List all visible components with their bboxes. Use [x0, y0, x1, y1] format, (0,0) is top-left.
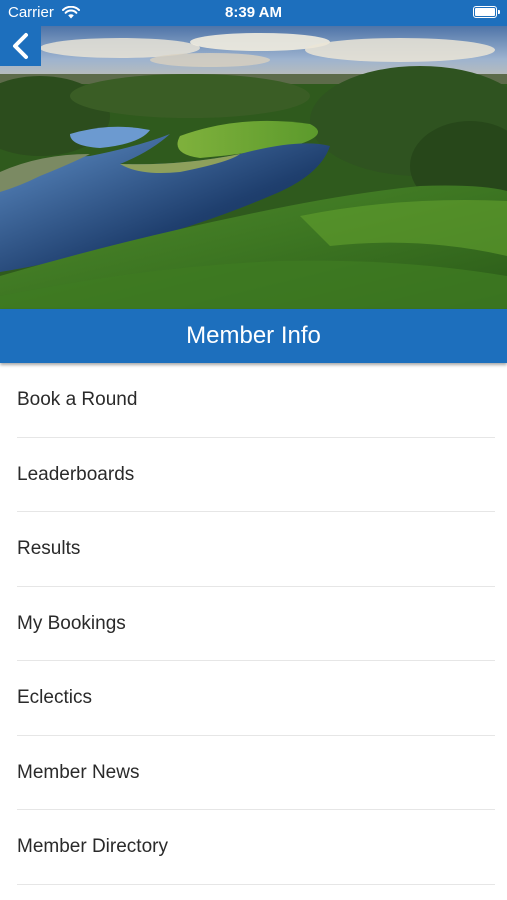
menu-item-book-a-round[interactable]: Book a Round — [0, 363, 507, 438]
chevron-left-icon — [12, 33, 28, 59]
status-time: 8:39 AM — [225, 4, 282, 21]
menu-item-member-directory[interactable]: Member Directory — [0, 810, 507, 885]
back-button[interactable] — [0, 26, 41, 66]
battery-icon — [473, 6, 500, 18]
golf-course-photo — [0, 26, 507, 309]
menu-item-leaderboards[interactable]: Leaderboards — [0, 438, 507, 513]
menu-item-results[interactable]: Results — [0, 512, 507, 587]
menu-item-my-bookings[interactable]: My Bookings — [0, 587, 507, 662]
page-title: Member Info — [0, 309, 507, 363]
menu-list: Book a Round Leaderboards Results My Boo… — [0, 363, 507, 885]
status-bar: Carrier 8:39 AM — [0, 0, 507, 26]
hero-image — [0, 26, 507, 309]
menu-item-eclectics[interactable]: Eclectics — [0, 661, 507, 736]
menu-item-member-news[interactable]: Member News — [0, 736, 507, 811]
